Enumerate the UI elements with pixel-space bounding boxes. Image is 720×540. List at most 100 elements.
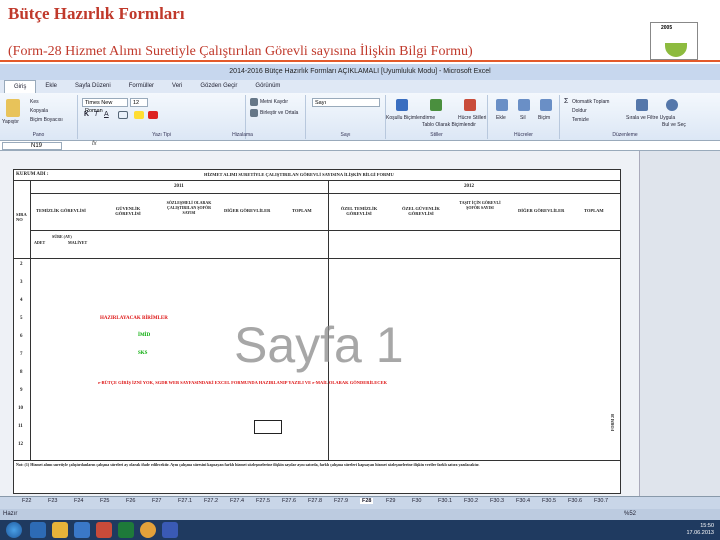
name-box[interactable]: N19 — [2, 142, 62, 150]
sheet-tab[interactable]: F27.2 — [204, 498, 218, 504]
tab-sayfa-duzeni[interactable]: Sayfa Düzeni — [66, 80, 120, 93]
col-ozel-temizlik: ÖZEL TEMİZLİK GÖREVLİSİ — [340, 206, 378, 216]
media-icon[interactable] — [96, 522, 112, 538]
grid-line — [14, 460, 620, 461]
row-number: 8 — [20, 370, 23, 375]
delete-icon[interactable] — [518, 99, 530, 111]
group-cells: Ekle Sil Biçim Hücreler — [488, 95, 560, 139]
sheet-tab[interactable]: F28 — [360, 498, 374, 504]
formula-bar: N19 fx — [0, 141, 720, 151]
clock[interactable]: 15:50 17.06.2013 — [686, 523, 714, 537]
tab-veri[interactable]: Veri — [163, 80, 191, 93]
university-logo: 2005 — [650, 22, 698, 60]
format-button[interactable]: Biçim — [538, 115, 550, 121]
sheet-tab[interactable]: F27.8 — [308, 498, 322, 504]
find-select-button[interactable]: Bul ve Seç — [662, 122, 686, 128]
find-select-icon[interactable] — [666, 99, 678, 111]
copy-button[interactable]: Kopyala — [30, 108, 48, 114]
sheet-tab[interactable]: F27.4 — [230, 498, 244, 504]
start-button-icon[interactable] — [6, 522, 22, 538]
sheet-tab[interactable]: F23 — [48, 498, 57, 504]
grid-line — [14, 258, 620, 259]
table-format-icon[interactable] — [430, 99, 442, 111]
group-label-hucreler: Hücreler — [514, 132, 533, 138]
bold-button[interactable]: K — [84, 111, 89, 118]
excel-taskbar-icon[interactable] — [118, 522, 134, 538]
underline-button[interactable]: A — [104, 111, 109, 118]
sheet-tab[interactable]: F30.3 — [490, 498, 504, 504]
group-label-hizalama: Hizalama — [232, 132, 253, 138]
cell-styles-button[interactable]: Hücre Stilleri — [458, 115, 486, 121]
sheet-tab[interactable]: F30.2 — [464, 498, 478, 504]
col-diger: DİĞER GÖREVLİLER — [224, 208, 271, 213]
sheet-tab[interactable]: F29 — [386, 498, 395, 504]
group-number: Sayı Sayı — [306, 95, 386, 139]
selected-cell[interactable] — [254, 420, 282, 434]
font-size-select[interactable]: 12 — [130, 98, 148, 107]
sheet-tab[interactable]: F30 — [412, 498, 421, 504]
explorer-icon[interactable] — [52, 522, 68, 538]
grid-line — [30, 230, 620, 231]
sheet-tab[interactable]: F24 — [74, 498, 83, 504]
paste-icon[interactable] — [6, 99, 20, 117]
cut-button[interactable]: Kes — [30, 99, 39, 105]
col-sofor: SÖZLEŞMELİ OLARAK ÇALIŞTIRILAN ŞOFÖR SAY… — [166, 200, 212, 215]
fill-button[interactable]: Doldur — [572, 108, 587, 114]
ie-icon[interactable] — [30, 522, 46, 538]
row-number: 7 — [20, 352, 23, 357]
font-name-select[interactable]: Times New Roman — [82, 98, 128, 114]
tab-gorunum[interactable]: Görünüm — [246, 80, 289, 93]
borders-icon[interactable] — [118, 111, 128, 119]
format-painter-button[interactable]: Biçim Boyacısı — [30, 117, 63, 123]
sheet-tab[interactable]: F30.5 — [542, 498, 556, 504]
conditional-format-icon[interactable] — [396, 99, 408, 111]
sheet-tab[interactable]: F30.7 — [594, 498, 608, 504]
wrap-text-button[interactable]: Metni Kaydır — [260, 99, 288, 105]
fill-color-icon[interactable] — [134, 111, 144, 119]
tab-formuller[interactable]: Formüller — [120, 80, 163, 93]
sheet-tab[interactable]: F27.5 — [256, 498, 270, 504]
sort-filter-icon[interactable] — [636, 99, 648, 111]
sheet-tab[interactable]: F27 — [152, 498, 161, 504]
sheet-tab[interactable]: F30.4 — [516, 498, 530, 504]
zoom-level[interactable]: %52 — [624, 509, 636, 520]
paste-label[interactable]: Yapıştır — [2, 119, 19, 125]
chrome-icon[interactable] — [140, 522, 156, 538]
number-format-select[interactable]: Sayı — [312, 98, 380, 107]
tab-gozden-gecir[interactable]: Gözden Geçir — [191, 80, 246, 93]
row-number: 4 — [20, 298, 23, 303]
insert-icon[interactable] — [496, 99, 508, 111]
table-format-button[interactable]: Tablo Olarak Biçimlendir — [422, 122, 476, 128]
fx-icon[interactable]: fx — [92, 141, 97, 147]
sheet-tab[interactable]: F22 — [22, 498, 31, 504]
sheet-tab[interactable]: F26 — [126, 498, 135, 504]
group-clipboard: Yapıştır Kes Kopyala Biçim Boyacısı Pano — [0, 95, 78, 139]
sub-adet: ADET — [34, 240, 46, 245]
sheet-tab[interactable]: F30.6 — [568, 498, 582, 504]
insert-button[interactable]: Ekle — [496, 115, 506, 121]
window-title: 2014-2016 Bütçe Hazırlık Formları AÇIKLA… — [0, 64, 720, 80]
font-color-icon[interactable] — [148, 111, 158, 119]
italic-button[interactable]: T — [94, 111, 98, 118]
cell-styles-icon[interactable] — [464, 99, 476, 111]
sheet-area[interactable]: KURUM ADI : HİZMET ALIMI SURETİYLE ÇALIŞ… — [0, 151, 640, 496]
taskbar-app-icon[interactable] — [74, 522, 90, 538]
clear-button[interactable]: Temizle — [572, 117, 589, 123]
tab-ekle[interactable]: Ekle — [36, 80, 66, 93]
sheet-tab[interactable]: F27.1 — [178, 498, 192, 504]
sheet-tab[interactable]: F30.1 — [438, 498, 452, 504]
tab-giris[interactable]: Giriş — [4, 80, 37, 93]
autosum-button[interactable]: Otomatik Toplam — [572, 99, 609, 105]
note-title: HAZIRLAYACAK BİRİMLER — [100, 316, 168, 321]
format-icon[interactable] — [540, 99, 552, 111]
sort-filter-button[interactable]: Sırala ve Filtre Uygula — [626, 115, 675, 121]
delete-button[interactable]: Sil — [520, 115, 526, 121]
merge-center-button[interactable]: Birleştir ve Ortala — [260, 110, 298, 116]
conditional-format-button[interactable]: Koşullu Biçimlendirme — [386, 115, 435, 121]
logo-year: 2005 — [661, 25, 673, 31]
sheet-tab[interactable]: F25 — [100, 498, 109, 504]
grid-line — [14, 180, 620, 181]
word-icon[interactable] — [162, 522, 178, 538]
sheet-tab[interactable]: F27.6 — [282, 498, 296, 504]
sheet-tab[interactable]: F27.9 — [334, 498, 348, 504]
